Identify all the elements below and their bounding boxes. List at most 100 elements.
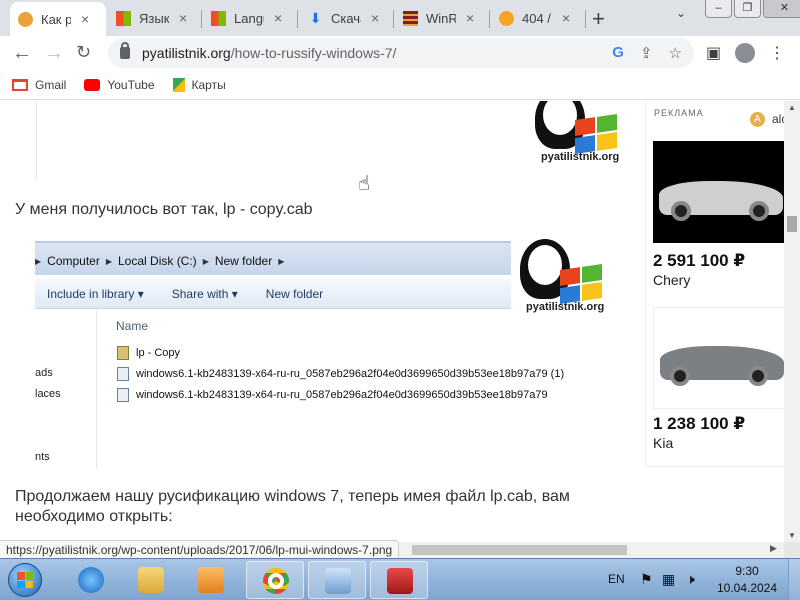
clock-time: 9:30 — [735, 564, 759, 578]
file-name: windows6.1-kb2483139-x64-ru-ru_0587eb296… — [136, 389, 548, 401]
ad-brand: Kia — [653, 435, 674, 451]
tab-search-icon[interactable]: ⌄ — [676, 6, 686, 20]
tab-label: Langu — [234, 10, 264, 26]
tab[interactable]: ⬇ Скача × — [300, 4, 392, 32]
minimize-button[interactable]: – — [705, 0, 732, 18]
penguin-logo: pyatilistnik.org — [512, 239, 612, 319]
globe-icon — [18, 11, 33, 27]
ad-price[interactable]: 1 238 100 ₽ — [653, 414, 745, 434]
url-path: /how-to-russify-windows-7/ — [230, 45, 397, 61]
windows-icon — [17, 572, 33, 588]
profile-avatar[interactable] — [735, 43, 756, 63]
article-paragraph: Продолжаем нашу русификацию windows 7, т… — [15, 488, 570, 525]
flag-icon[interactable]: ⚑ — [640, 571, 653, 588]
bookmark-youtube[interactable]: YouTube — [84, 78, 155, 92]
taskbar-explorer[interactable] — [122, 561, 180, 599]
scrollbar-thumb[interactable] — [787, 216, 797, 232]
bookmark-star-icon[interactable]: ☆ — [669, 44, 682, 62]
new-tab-button[interactable]: + — [592, 6, 605, 32]
forward-icon[interactable]: → — [44, 42, 64, 65]
side-panel-icon[interactable]: ▣ — [706, 43, 721, 63]
internet-explorer-icon — [78, 567, 104, 593]
tray-clock[interactable]: 9:30 10.04.2024 — [712, 563, 782, 597]
close-icon[interactable]: × — [179, 10, 187, 26]
volume-muted-icon[interactable]: 🕨 — [686, 571, 695, 588]
taskbar-chrome[interactable] — [246, 561, 304, 599]
chevron-right-icon: ▶ — [202, 256, 209, 266]
hand-cursor-icon: ☝ — [358, 173, 371, 195]
cab-file-icon — [117, 346, 129, 360]
nav-item: laces — [35, 388, 61, 400]
bookmarks-bar: Gmail YouTube Карты — [0, 70, 800, 100]
tab[interactable]: 404 / × — [491, 4, 583, 32]
ad-sidebar[interactable]: РЕКЛАМА A alc 2 591 100 ₽ Chery 1 238 10… — [645, 101, 784, 467]
bookmark-label: Gmail — [35, 77, 67, 92]
start-button[interactable] — [2, 559, 48, 600]
tab-label: 404 / — [522, 10, 551, 26]
folder-icon — [138, 567, 164, 593]
share-icon[interactable]: ⇪ — [640, 44, 653, 62]
url-host: pyatilistnik.org — [142, 45, 231, 61]
car-image-kia[interactable] — [653, 307, 784, 409]
back-icon[interactable]: ← — [12, 42, 32, 65]
car-image-chery[interactable] — [653, 141, 784, 243]
close-icon[interactable]: × — [562, 10, 570, 26]
tab[interactable]: Языко × — [108, 4, 200, 32]
address-bar[interactable]: pyatilistnik.org/how-to-russify-windows-… — [108, 38, 694, 68]
windows-icon — [211, 10, 226, 26]
tab-separator — [393, 10, 394, 28]
taskbar-control-panel[interactable] — [308, 561, 366, 599]
page-content: pyatilistnik.org У меня получилось вот т… — [0, 101, 784, 542]
browser-toolbar: ← → ↻ pyatilistnik.org/how-to-russify-wi… — [0, 36, 800, 70]
article-paragraph: У меня получилось вот так, lp - copy.cab — [15, 201, 313, 218]
vertical-scrollbar[interactable]: ▲ ▼ — [784, 101, 800, 542]
ad-price[interactable]: 2 591 100 ₽ — [653, 251, 745, 271]
taskbar-internet-explorer[interactable] — [62, 561, 120, 599]
winrar-icon — [403, 10, 418, 26]
file-name: windows6.1-kb2483139-x64-ru-ru_0587eb296… — [136, 368, 565, 380]
bookmark-gmail[interactable]: Gmail — [12, 78, 66, 92]
breadcrumb: ▶ Computer ▶ Local Disk (C:) ▶ New folde… — [35, 254, 284, 268]
tab[interactable]: Langu × — [203, 4, 295, 32]
tab-active[interactable]: Как р × — [10, 2, 106, 36]
file-name: lp - Copy — [136, 347, 181, 359]
bookmark-maps[interactable]: Карты — [172, 77, 226, 92]
ad-label: РЕКЛАМА — [654, 108, 704, 118]
explorer-screenshot: ▶ Computer ▶ Local Disk (C:) ▶ New folde… — [35, 239, 564, 469]
close-icon[interactable]: × — [371, 10, 379, 26]
close-window-button[interactable]: ✕ — [763, 0, 800, 18]
breadcrumb-item: Local Disk (C:) — [118, 254, 197, 268]
explorer-address-bar: ▶ Computer ▶ Local Disk (C:) ▶ New folde… — [35, 241, 511, 275]
scroll-down-icon[interactable]: ▼ — [788, 531, 796, 540]
menu-icon[interactable]: ⋮ — [769, 43, 785, 63]
new-folder-button: New folder — [265, 286, 324, 301]
tab-strip: Как р × Языко × Langu × ⬇ Скача × WinRa … — [0, 0, 800, 36]
scroll-up-icon[interactable]: ▲ — [788, 103, 796, 112]
taskbar-media-player[interactable] — [182, 561, 240, 599]
restore-button[interactable]: ❐ — [734, 0, 761, 18]
close-icon[interactable]: × — [81, 11, 89, 27]
taskbar-toolbox[interactable] — [370, 561, 428, 599]
reload-icon[interactable]: ↻ — [76, 42, 91, 63]
youtube-icon — [84, 78, 101, 91]
network-icon[interactable]: ▦ — [662, 571, 675, 588]
tab-separator — [489, 10, 490, 28]
window-controls: – ❐ ✕ — [705, 0, 800, 18]
close-icon[interactable]: × — [274, 10, 282, 26]
column-header-name: Name — [116, 319, 149, 333]
tab[interactable]: WinRa × — [395, 4, 487, 32]
tab-label: WinRa — [426, 10, 456, 26]
scrollbar-thumb[interactable] — [412, 545, 627, 555]
show-desktop-button[interactable] — [788, 559, 800, 600]
include-in-library-button: Include in library ▾ — [47, 286, 144, 301]
close-icon[interactable]: × — [466, 10, 474, 26]
toolbar-right: ▣ ⋮ — [706, 43, 785, 63]
windows-icon — [116, 10, 131, 26]
download-icon: ⬇ — [309, 9, 322, 26]
tab-label: Языко — [139, 10, 169, 26]
control-panel-icon — [325, 568, 351, 594]
google-translate-icon[interactable]: G — [612, 44, 624, 62]
scroll-right-icon[interactable]: ▶ — [770, 543, 777, 554]
language-indicator[interactable]: EN — [608, 572, 625, 586]
msu-file-icon — [117, 388, 129, 402]
